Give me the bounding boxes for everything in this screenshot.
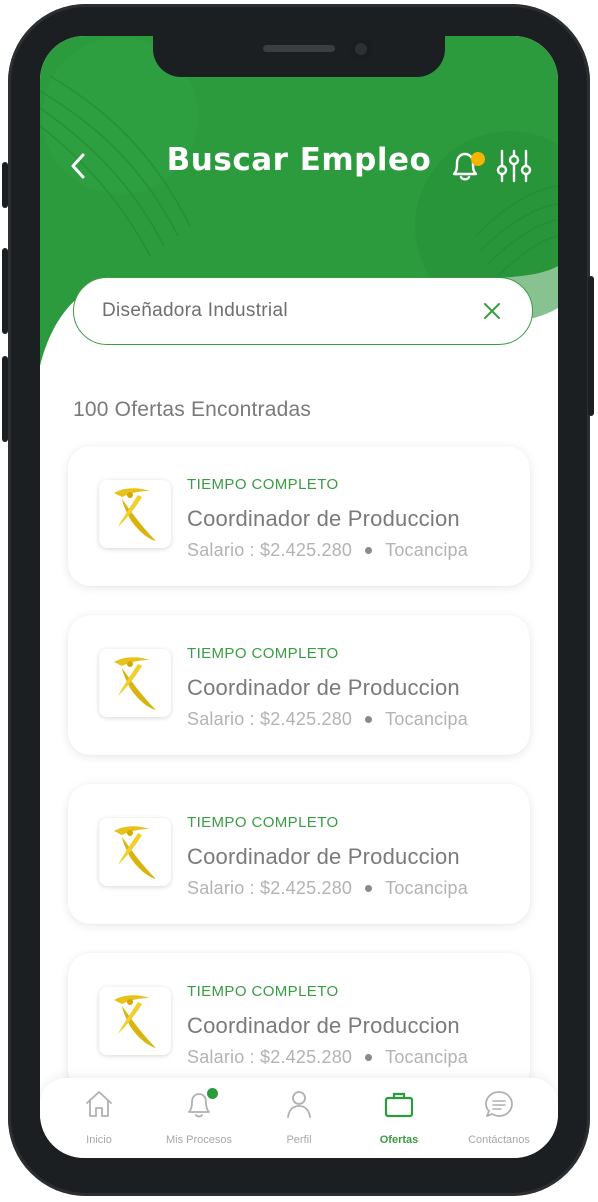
job-location: Tocancipa	[385, 1047, 468, 1067]
job-meta: Salario : $2.425.280 Tocancipa	[187, 540, 468, 561]
job-salary: Salario : $2.425.280	[187, 709, 353, 729]
company-logo	[99, 987, 171, 1055]
offer-card[interactable]: TIEMPO COMPLETO Coordinador de Produccio…	[68, 615, 530, 755]
company-logo	[99, 649, 171, 717]
job-location: Tocancipa	[385, 878, 468, 898]
side-button	[2, 162, 8, 208]
tab-label: Perfil	[286, 1134, 312, 1146]
company-logo	[99, 818, 171, 886]
job-title: Coordinador de Produccion	[187, 844, 460, 869]
job-title: Coordinador de Produccion	[187, 675, 460, 700]
job-location: Tocancipa	[385, 540, 468, 560]
side-button	[2, 248, 8, 334]
job-type: TIEMPO COMPLETO	[187, 476, 339, 493]
job-title: Coordinador de Produccion	[187, 506, 460, 531]
chat-icon	[485, 1091, 513, 1117]
sliders-icon	[496, 149, 532, 183]
side-button	[588, 276, 594, 416]
job-location: Tocancipa	[385, 709, 468, 729]
tab-perfil[interactable]: Perfil	[249, 1078, 349, 1158]
bottom-tab-bar: Inicio Mis Procesos Perfil Ofertas Contá…	[40, 1078, 558, 1158]
camera	[350, 38, 372, 60]
tab-label: Inicio	[86, 1134, 112, 1146]
offer-card[interactable]: TIEMPO COMPLETO Coordinador de Produccio…	[68, 446, 530, 586]
app-screen: Buscar Empleo 100 Ofertas Encontradas	[40, 36, 558, 1158]
close-icon	[484, 303, 500, 319]
tab-label: Mis Procesos	[165, 1134, 233, 1146]
home-icon	[86, 1091, 112, 1117]
job-type: TIEMPO COMPLETO	[187, 645, 339, 662]
separator-dot	[365, 1053, 373, 1061]
results-count: 100 Ofertas Encontradas	[73, 398, 312, 421]
job-meta: Salario : $2.425.280 Tocancipa	[187, 878, 468, 899]
separator-dot	[365, 884, 373, 892]
notification-badge	[207, 1088, 218, 1099]
briefcase-icon	[384, 1092, 414, 1118]
separator-dot	[365, 715, 373, 723]
side-button	[2, 356, 8, 442]
speaker	[263, 45, 335, 52]
tab-inicio[interactable]: Inicio	[49, 1078, 149, 1158]
header-background	[40, 36, 558, 366]
tab-label: Contáctanos	[468, 1134, 530, 1146]
tab-label: Ofertas	[379, 1134, 419, 1146]
notification-badge	[471, 152, 485, 166]
offer-card[interactable]: TIEMPO COMPLETO Coordinador de Produccio…	[68, 953, 530, 1093]
company-logo-icon	[114, 488, 156, 541]
notch	[153, 36, 445, 77]
notifications-button[interactable]	[444, 146, 485, 186]
job-type: TIEMPO COMPLETO	[187, 983, 339, 1000]
job-meta: Salario : $2.425.280 Tocancipa	[187, 709, 468, 730]
company-logo	[99, 480, 171, 548]
job-type: TIEMPO COMPLETO	[187, 814, 339, 831]
user-icon	[287, 1091, 311, 1118]
search-input[interactable]	[102, 300, 480, 322]
company-logo-icon	[114, 995, 156, 1048]
company-logo-icon	[114, 657, 156, 710]
job-meta: Salario : $2.425.280 Tocancipa	[187, 1047, 468, 1068]
company-logo-icon	[114, 826, 156, 879]
job-title: Coordinador de Produccion	[187, 1013, 460, 1038]
job-salary: Salario : $2.425.280	[187, 1047, 353, 1067]
search-bar	[73, 277, 533, 345]
tab-mis-procesos[interactable]: Mis Procesos	[149, 1078, 249, 1158]
job-salary: Salario : $2.425.280	[187, 878, 353, 898]
tab-ofertas[interactable]: Ofertas	[349, 1078, 449, 1158]
separator-dot	[365, 546, 373, 554]
tab-contactanos[interactable]: Contáctanos	[449, 1078, 549, 1158]
offer-card[interactable]: TIEMPO COMPLETO Coordinador de Produccio…	[68, 784, 530, 924]
job-salary: Salario : $2.425.280	[187, 540, 353, 560]
filter-button[interactable]	[496, 147, 532, 185]
clear-search-button[interactable]	[480, 299, 504, 323]
